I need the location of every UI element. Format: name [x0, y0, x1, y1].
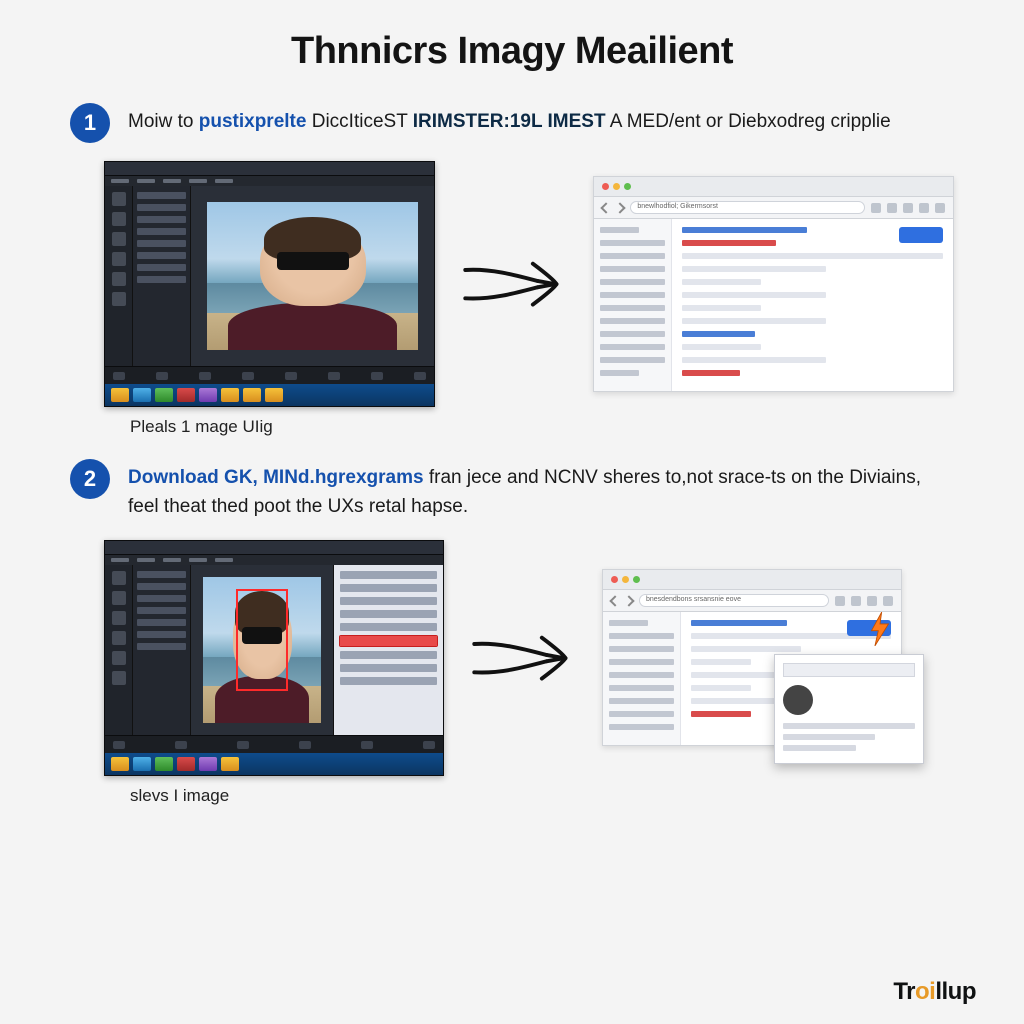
arrow-icon: [459, 237, 569, 331]
popup-dialog: [774, 654, 924, 764]
step2-left-caption: slevs I image: [70, 786, 954, 806]
brand-logo: Troillup: [893, 978, 976, 1006]
layer-panel: [333, 565, 443, 735]
primary-action-button[interactable]: [899, 227, 943, 243]
step-1-number: 1: [70, 103, 110, 143]
beach-photo-selected: [203, 577, 321, 723]
step2-url-bar: bnesdendbons srsansnie eove: [639, 594, 829, 607]
step-2-number: 2: [70, 459, 110, 499]
step1-left-caption: Pleals 1 mage UIig: [70, 417, 954, 437]
beach-photo: [207, 202, 418, 350]
selection-rectangle: [236, 589, 288, 691]
avatar-icon: [783, 685, 813, 715]
page-title: Thnnicrs Imagy Meailient: [70, 30, 954, 73]
step-2-text: Download GK, MINd.hgrexgrams fran jece a…: [128, 459, 954, 522]
arrow-icon: [468, 611, 578, 705]
lightning-icon: [869, 612, 891, 646]
step-1: 1 Moiw to pustixprelte DiccIticeST IRIMS…: [70, 103, 954, 437]
step1-browser-screenshot: bnewlhodfiol; Gikermsorst: [593, 176, 954, 392]
step-1-text: Moiw to pustixprelte DiccIticeST IRIMSTE…: [128, 103, 891, 136]
step1-editor-screenshot: [104, 161, 435, 407]
step2-editor-screenshot: [104, 540, 444, 776]
step1-url-bar: bnewlhodfiol; Gikermsorst: [630, 201, 865, 214]
step-2: 2 Download GK, MINd.hgrexgrams fran jece…: [70, 459, 954, 806]
